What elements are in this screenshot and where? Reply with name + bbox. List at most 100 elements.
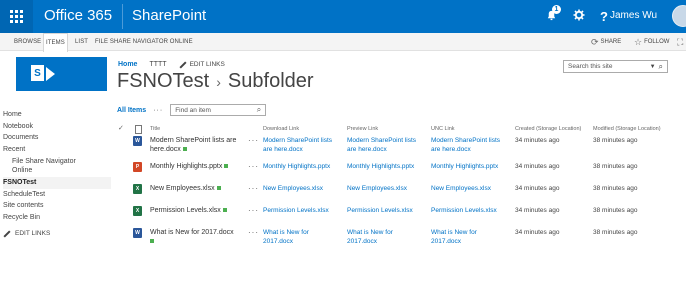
sharepoint-app-link[interactable]: SharePoint: [132, 7, 206, 24]
user-name[interactable]: James Wu: [610, 10, 657, 21]
search-input[interactable]: Search this site: [568, 63, 612, 70]
table-row[interactable]: P Monthly Highlights.pptx ··· Monthly Hi…: [117, 162, 686, 184]
download-link[interactable]: New Employees.xlsx: [263, 184, 341, 193]
sharepoint-logo-icon: S: [31, 65, 44, 81]
row-title-link[interactable]: What is New for 2017.docx: [150, 228, 248, 246]
preview-link[interactable]: Permission Levels.xlsx: [347, 206, 425, 215]
row-title-link[interactable]: Permission Levels.xlsx: [150, 206, 248, 215]
new-item-icon: [216, 186, 221, 191]
row-title-link[interactable]: Monthly Highlights.pptx: [150, 162, 248, 171]
word-file-icon: W: [133, 136, 142, 146]
unc-link[interactable]: What is New for 2017.docx: [431, 228, 509, 246]
find-item-input[interactable]: Find an item: [175, 107, 211, 114]
excel-file-icon: X: [133, 184, 142, 194]
row-title-link[interactable]: New Employees.xlsx: [150, 184, 248, 193]
site-title[interactable]: FSNOTest: [117, 70, 209, 93]
unc-link[interactable]: Modern SharePoint lists are here.docx: [431, 136, 509, 154]
nav-home[interactable]: Home: [3, 109, 111, 121]
tab-items[interactable]: ITEMS: [43, 33, 68, 52]
preview-link[interactable]: Monthly Highlights.pptx: [347, 162, 425, 171]
site-search-box[interactable]: Search this site ▼ ⌕: [563, 60, 668, 73]
topnav-edit-links[interactable]: EDIT LINKS: [179, 60, 225, 69]
modified-time: 38 minutes ago: [593, 207, 638, 214]
unc-link[interactable]: Permission Levels.xlsx: [431, 206, 509, 215]
row-more-button[interactable]: ···: [248, 136, 259, 145]
preview-link[interactable]: What is New for 2017.docx: [347, 228, 425, 246]
left-navigation: Home Notebook Documents Recent File Shar…: [3, 109, 111, 238]
row-title-link[interactable]: Modern SharePoint lists are here.docx: [150, 136, 248, 154]
tab-browse[interactable]: BROWSE: [12, 33, 43, 51]
more-views-button[interactable]: ···: [153, 107, 163, 114]
word-file-icon: W: [133, 228, 142, 238]
header-modified[interactable]: Modified (Storage Location): [593, 126, 661, 132]
table-row[interactable]: X Permission Levels.xlsx ··· Permission …: [117, 206, 686, 228]
settings-button[interactable]: [565, 0, 593, 33]
focus-content-button[interactable]: ⛶: [677, 33, 683, 51]
row-more-button[interactable]: ···: [248, 162, 259, 171]
nav-documents[interactable]: Documents: [3, 132, 111, 144]
site-logo[interactable]: S: [16, 57, 107, 91]
pencil-icon: [179, 60, 187, 69]
nav-recent: Recent: [3, 145, 26, 153]
tab-list[interactable]: LIST: [73, 33, 90, 51]
select-all-checkmark-icon[interactable]: ✓: [118, 124, 124, 132]
created-time: 34 minutes ago: [515, 207, 560, 214]
download-link[interactable]: Monthly Highlights.pptx: [263, 162, 341, 171]
waffle-icon: [10, 10, 23, 23]
share-button[interactable]: ⟳ SHARE: [591, 33, 621, 51]
table-row[interactable]: W Modern SharePoint lists are here.docx …: [117, 136, 686, 162]
folder-title: Subfolder: [227, 70, 314, 92]
table-row[interactable]: X New Employees.xlsx ··· New Employees.x…: [117, 184, 686, 206]
office365-brand-link[interactable]: Office 365: [44, 7, 112, 24]
new-item-icon: [150, 239, 154, 244]
document-table: ✓ Title Download Link Preview Link UNC L…: [117, 122, 686, 254]
chevron-down-icon[interactable]: ▼: [650, 64, 656, 70]
topnav-home[interactable]: Home: [118, 61, 137, 68]
new-item-icon: [224, 164, 229, 169]
excel-file-icon: X: [133, 206, 142, 216]
table-row[interactable]: W What is New for 2017.docx ··· What is …: [117, 228, 686, 254]
download-link[interactable]: What is New for 2017.docx: [263, 228, 341, 246]
topnav-tttt[interactable]: TTTT: [149, 61, 166, 68]
nav-site-contents[interactable]: Site contents: [3, 200, 111, 212]
nav-scheduletest[interactable]: ScheduleTest: [3, 189, 111, 201]
pencil-icon: [3, 229, 11, 238]
focus-icon: ⛶: [677, 37, 684, 47]
unc-link[interactable]: New Employees.xlsx: [431, 184, 509, 193]
header-created[interactable]: Created (Storage Location): [515, 126, 581, 132]
search-icon[interactable]: ⌕: [257, 105, 261, 115]
preview-link[interactable]: Modern SharePoint lists are here.docx: [347, 136, 425, 154]
row-more-button[interactable]: ···: [248, 206, 259, 215]
tab-file-share-navigator-online[interactable]: FILE SHARE NAVIGATOR ONLINE: [93, 33, 195, 51]
new-item-icon: [182, 147, 187, 152]
row-more-button[interactable]: ···: [248, 228, 259, 237]
modified-time: 38 minutes ago: [593, 163, 638, 170]
nav-file-share-navigator-line2[interactable]: Online: [3, 166, 111, 175]
edit-links-label: EDIT LINKS: [189, 61, 225, 68]
row-more-button[interactable]: ···: [248, 184, 259, 193]
nav-recycle-bin[interactable]: Recycle Bin: [3, 212, 111, 224]
unc-link[interactable]: Monthly Highlights.pptx: [431, 162, 509, 171]
library-view-bar: All Items ··· Find an item ⌕: [117, 103, 267, 117]
top-navigation: Home TTTT EDIT LINKS: [118, 60, 225, 69]
leftnav-edit-links[interactable]: EDIT LINKS: [3, 229, 111, 238]
header-unc-link[interactable]: UNC Link: [431, 126, 455, 132]
share-label: SHARE: [600, 39, 622, 45]
nav-fsnotest[interactable]: FSNOTest: [3, 177, 111, 189]
search-icon[interactable]: ⌕: [659, 62, 663, 72]
download-link[interactable]: Permission Levels.xlsx: [263, 206, 341, 215]
nav-file-share-navigator-line1[interactable]: File Share Navigator: [3, 157, 111, 166]
notifications-button[interactable]: 1: [537, 0, 565, 33]
preview-link[interactable]: New Employees.xlsx: [347, 184, 425, 193]
nav-notebook[interactable]: Notebook: [3, 121, 111, 133]
download-link[interactable]: Modern SharePoint lists are here.docx: [263, 136, 341, 154]
view-all-items[interactable]: All Items: [117, 107, 146, 114]
find-item-box[interactable]: Find an item ⌕: [170, 104, 267, 116]
header-download-link[interactable]: Download Link: [263, 126, 299, 132]
follow-button[interactable]: ☆ FOLLOW: [634, 33, 669, 51]
header-preview-link[interactable]: Preview Link: [347, 126, 378, 132]
created-time: 34 minutes ago: [515, 229, 560, 236]
header-title[interactable]: Title: [150, 126, 160, 132]
app-launcher-button[interactable]: [0, 0, 33, 33]
avatar[interactable]: [672, 5, 686, 27]
